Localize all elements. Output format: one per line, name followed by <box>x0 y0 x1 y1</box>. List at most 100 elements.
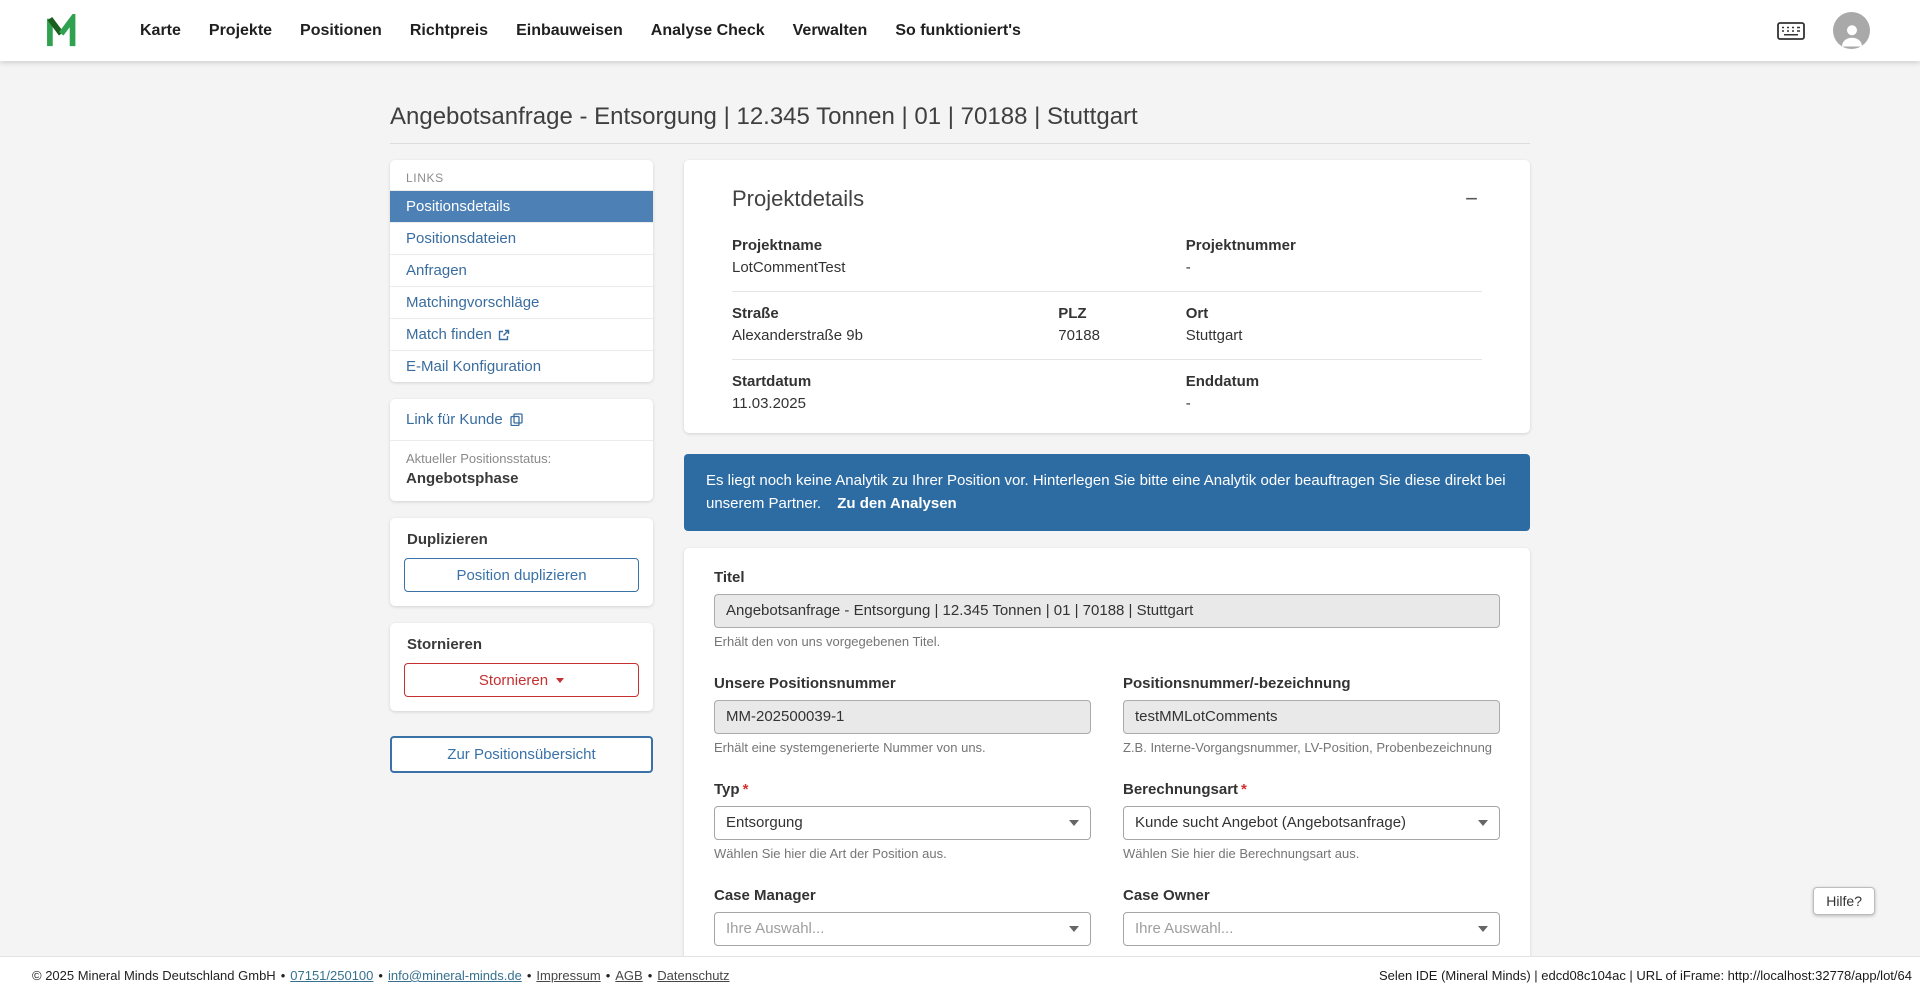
alert-text: Es liegt noch keine Analytik zu Ihrer Po… <box>706 472 1506 512</box>
nav-item-karte[interactable]: Karte <box>140 22 181 40</box>
main-navigation: Karte Projekte Positionen Richtpreis Ein… <box>126 22 1035 40</box>
nav-item-richtpreis[interactable]: Richtpreis <box>410 22 488 40</box>
berechnungsart-select[interactable]: Kunde sucht Angebot (Angebotsanfrage) <box>1123 806 1500 840</box>
footer-email-link[interactable]: info@mineral-minds.de <box>388 968 522 983</box>
cancel-position-button[interactable]: Stornieren <box>404 663 639 697</box>
footer-datenschutz-link[interactable]: Datenschutz <box>657 968 729 983</box>
position-status-block: Aktueller Positionsstatus: Angebotsphase <box>390 441 653 501</box>
field-value: Alexanderstraße 9b <box>732 327 1058 344</box>
project-details-row: Startdatum 11.03.2025 Enddatum - <box>732 359 1482 427</box>
top-navbar: Karte Projekte Positionen Richtpreis Ein… <box>0 0 1920 61</box>
sidebar-item-label: Matchingvorschläge <box>406 294 539 311</box>
positionsnummer-input[interactable] <box>714 700 1091 734</box>
sidebar-item-email-konfiguration[interactable]: E-Mail Konfiguration <box>390 350 653 382</box>
main-content: Projektdetails − Projektname LotCommentT… <box>684 160 1530 994</box>
bezeichnung-input[interactable] <box>1123 700 1500 734</box>
nav-item-positionen[interactable]: Positionen <box>300 22 382 40</box>
typ-select[interactable]: Entsorgung <box>714 806 1091 840</box>
case-manager-label: Case Manager <box>714 887 1091 904</box>
berechnungsart-helper: Wählen Sie hier die Berechnungsart aus. <box>1123 846 1500 861</box>
project-details-card: Projektdetails − Projektname LotCommentT… <box>684 160 1530 433</box>
footer-phone-link[interactable]: 07151/250100 <box>290 968 373 983</box>
chevron-down-icon <box>1069 820 1079 826</box>
footer-impressum-link[interactable]: Impressum <box>536 968 600 983</box>
overview-button-label: Zur Positionsübersicht <box>447 746 595 763</box>
project-details-heading: Projektdetails <box>732 186 864 212</box>
footer-agb-link[interactable]: AGB <box>615 968 642 983</box>
nav-item-verwalten[interactable]: Verwalten <box>793 22 868 40</box>
sidebar-item-matchingvorschlaege[interactable]: Matchingvorschläge <box>390 286 653 318</box>
case-manager-select[interactable]: Ihre Auswahl... <box>714 912 1091 946</box>
page-title: Angebotsanfrage - Entsorgung | 12.345 To… <box>390 103 1530 131</box>
case-owner-select[interactable]: Ihre Auswahl... <box>1123 912 1500 946</box>
keyboard-icon[interactable] <box>1777 22 1805 40</box>
field-value: Stuttgart <box>1186 327 1482 344</box>
help-button-label: Hilfe? <box>1826 893 1862 909</box>
nav-item-einbauweisen[interactable]: Einbauweisen <box>516 22 623 40</box>
cancel-card: Stornieren Stornieren <box>390 623 653 711</box>
footer-copyright: © 2025 Mineral Minds Deutschland GmbH <box>32 968 276 983</box>
bezeichnung-helper: Z.B. Interne-Vorgangsnummer, LV-Position… <box>1123 740 1500 755</box>
mineral-minds-logo[interactable] <box>46 14 84 48</box>
sidebar-item-label: Anfragen <box>406 262 467 279</box>
project-details-row: Projektname LotCommentTest Projektnummer… <box>732 224 1482 291</box>
case-manager-placeholder: Ihre Auswahl... <box>726 920 824 937</box>
help-button[interactable]: Hilfe? <box>1813 887 1875 915</box>
sidebar-item-positionsdetails[interactable]: Positionsdetails <box>390 190 653 222</box>
field-label: Enddatum <box>1186 373 1482 390</box>
duplicate-position-button[interactable]: Position duplizieren <box>404 558 639 592</box>
links-heading: LINKS <box>390 160 653 190</box>
sidebar-item-anfragen[interactable]: Anfragen <box>390 254 653 286</box>
sidebar-links-card: LINKS Positionsdetails Positionsdateien … <box>390 160 653 382</box>
status-label: Aktueller Positionsstatus: <box>406 451 637 466</box>
field-value: LotCommentTest <box>732 259 1058 276</box>
sidebar-item-match-finden[interactable]: Match finden <box>390 318 653 350</box>
customer-link-button[interactable]: Link für Kunde <box>390 399 653 440</box>
sidebar-item-positionsdateien[interactable]: Positionsdateien <box>390 222 653 254</box>
customer-link-card: Link für Kunde Aktueller Positionsstatus… <box>390 399 653 501</box>
analytics-alert-banner: Es liegt noch keine Analytik zu Ihrer Po… <box>684 454 1530 531</box>
footer-debug-info: Selen IDE (Mineral Minds) | edcd08c104ac… <box>1379 968 1912 983</box>
berechnungsart-field: Berechnungsart* Kunde sucht Angebot (Ang… <box>1123 781 1500 861</box>
page-header: Angebotsanfrage - Entsorgung | 12.345 To… <box>390 103 1530 144</box>
sidebar-item-label: Positionsdetails <box>406 198 510 215</box>
field-label: Projektnummer <box>1186 237 1482 254</box>
positionsnummer-label: Unsere Positionsnummer <box>714 675 1091 692</box>
footer-separator: • <box>527 968 532 983</box>
position-overview-button[interactable]: Zur Positionsübersicht <box>390 736 653 773</box>
user-menu-button[interactable] <box>1833 12 1870 49</box>
content-wrapper: Angebotsanfrage - Entsorgung | 12.345 To… <box>390 61 1530 994</box>
sidebar-item-label: E-Mail Konfiguration <box>406 358 541 375</box>
external-link-icon <box>498 329 510 341</box>
footer-separator: • <box>281 968 286 983</box>
sidebar-item-label: Match finden <box>406 326 492 343</box>
sidebar: LINKS Positionsdetails Positionsdateien … <box>390 160 653 773</box>
nav-item-analyse-check[interactable]: Analyse Check <box>651 22 765 40</box>
titel-input[interactable] <box>714 594 1500 628</box>
typ-selected-value: Entsorgung <box>726 814 803 831</box>
nav-item-so-funktionierts[interactable]: So funktioniert's <box>895 22 1021 40</box>
field-value: 11.03.2025 <box>732 395 1058 412</box>
titel-helper: Erhält den von uns vorgegebenen Titel. <box>714 634 1500 649</box>
chevron-down-icon <box>1478 926 1488 932</box>
field-label: Startdatum <box>732 373 1058 390</box>
sidebar-item-label: Positionsdateien <box>406 230 516 247</box>
collapse-icon[interactable]: − <box>1461 188 1482 210</box>
case-owner-label: Case Owner <box>1123 887 1500 904</box>
case-manager-field: Case Manager Ihre Auswahl... <box>714 887 1091 946</box>
duplicate-heading: Duplizieren <box>404 531 639 548</box>
footer-separator: • <box>648 968 653 983</box>
copy-icon <box>510 413 523 426</box>
position-form-card: Titel Erhält den von uns vorgegebenen Ti… <box>684 548 1530 994</box>
status-badge: Angebotsphase <box>406 470 637 487</box>
case-owner-field: Case Owner Ihre Auswahl... <box>1123 887 1500 946</box>
typ-helper: Wählen Sie hier die Art der Position aus… <box>714 846 1091 861</box>
analyses-link[interactable]: Zu den Analysen <box>837 495 956 512</box>
footer-separator: • <box>378 968 383 983</box>
customer-link-label: Link für Kunde <box>406 411 503 428</box>
required-asterisk: * <box>743 781 749 798</box>
cancel-heading: Stornieren <box>404 636 639 653</box>
nav-item-projekte[interactable]: Projekte <box>209 22 272 40</box>
footer: © 2025 Mineral Minds Deutschland GmbH • … <box>0 956 1920 994</box>
field-label: Ort <box>1186 305 1482 322</box>
